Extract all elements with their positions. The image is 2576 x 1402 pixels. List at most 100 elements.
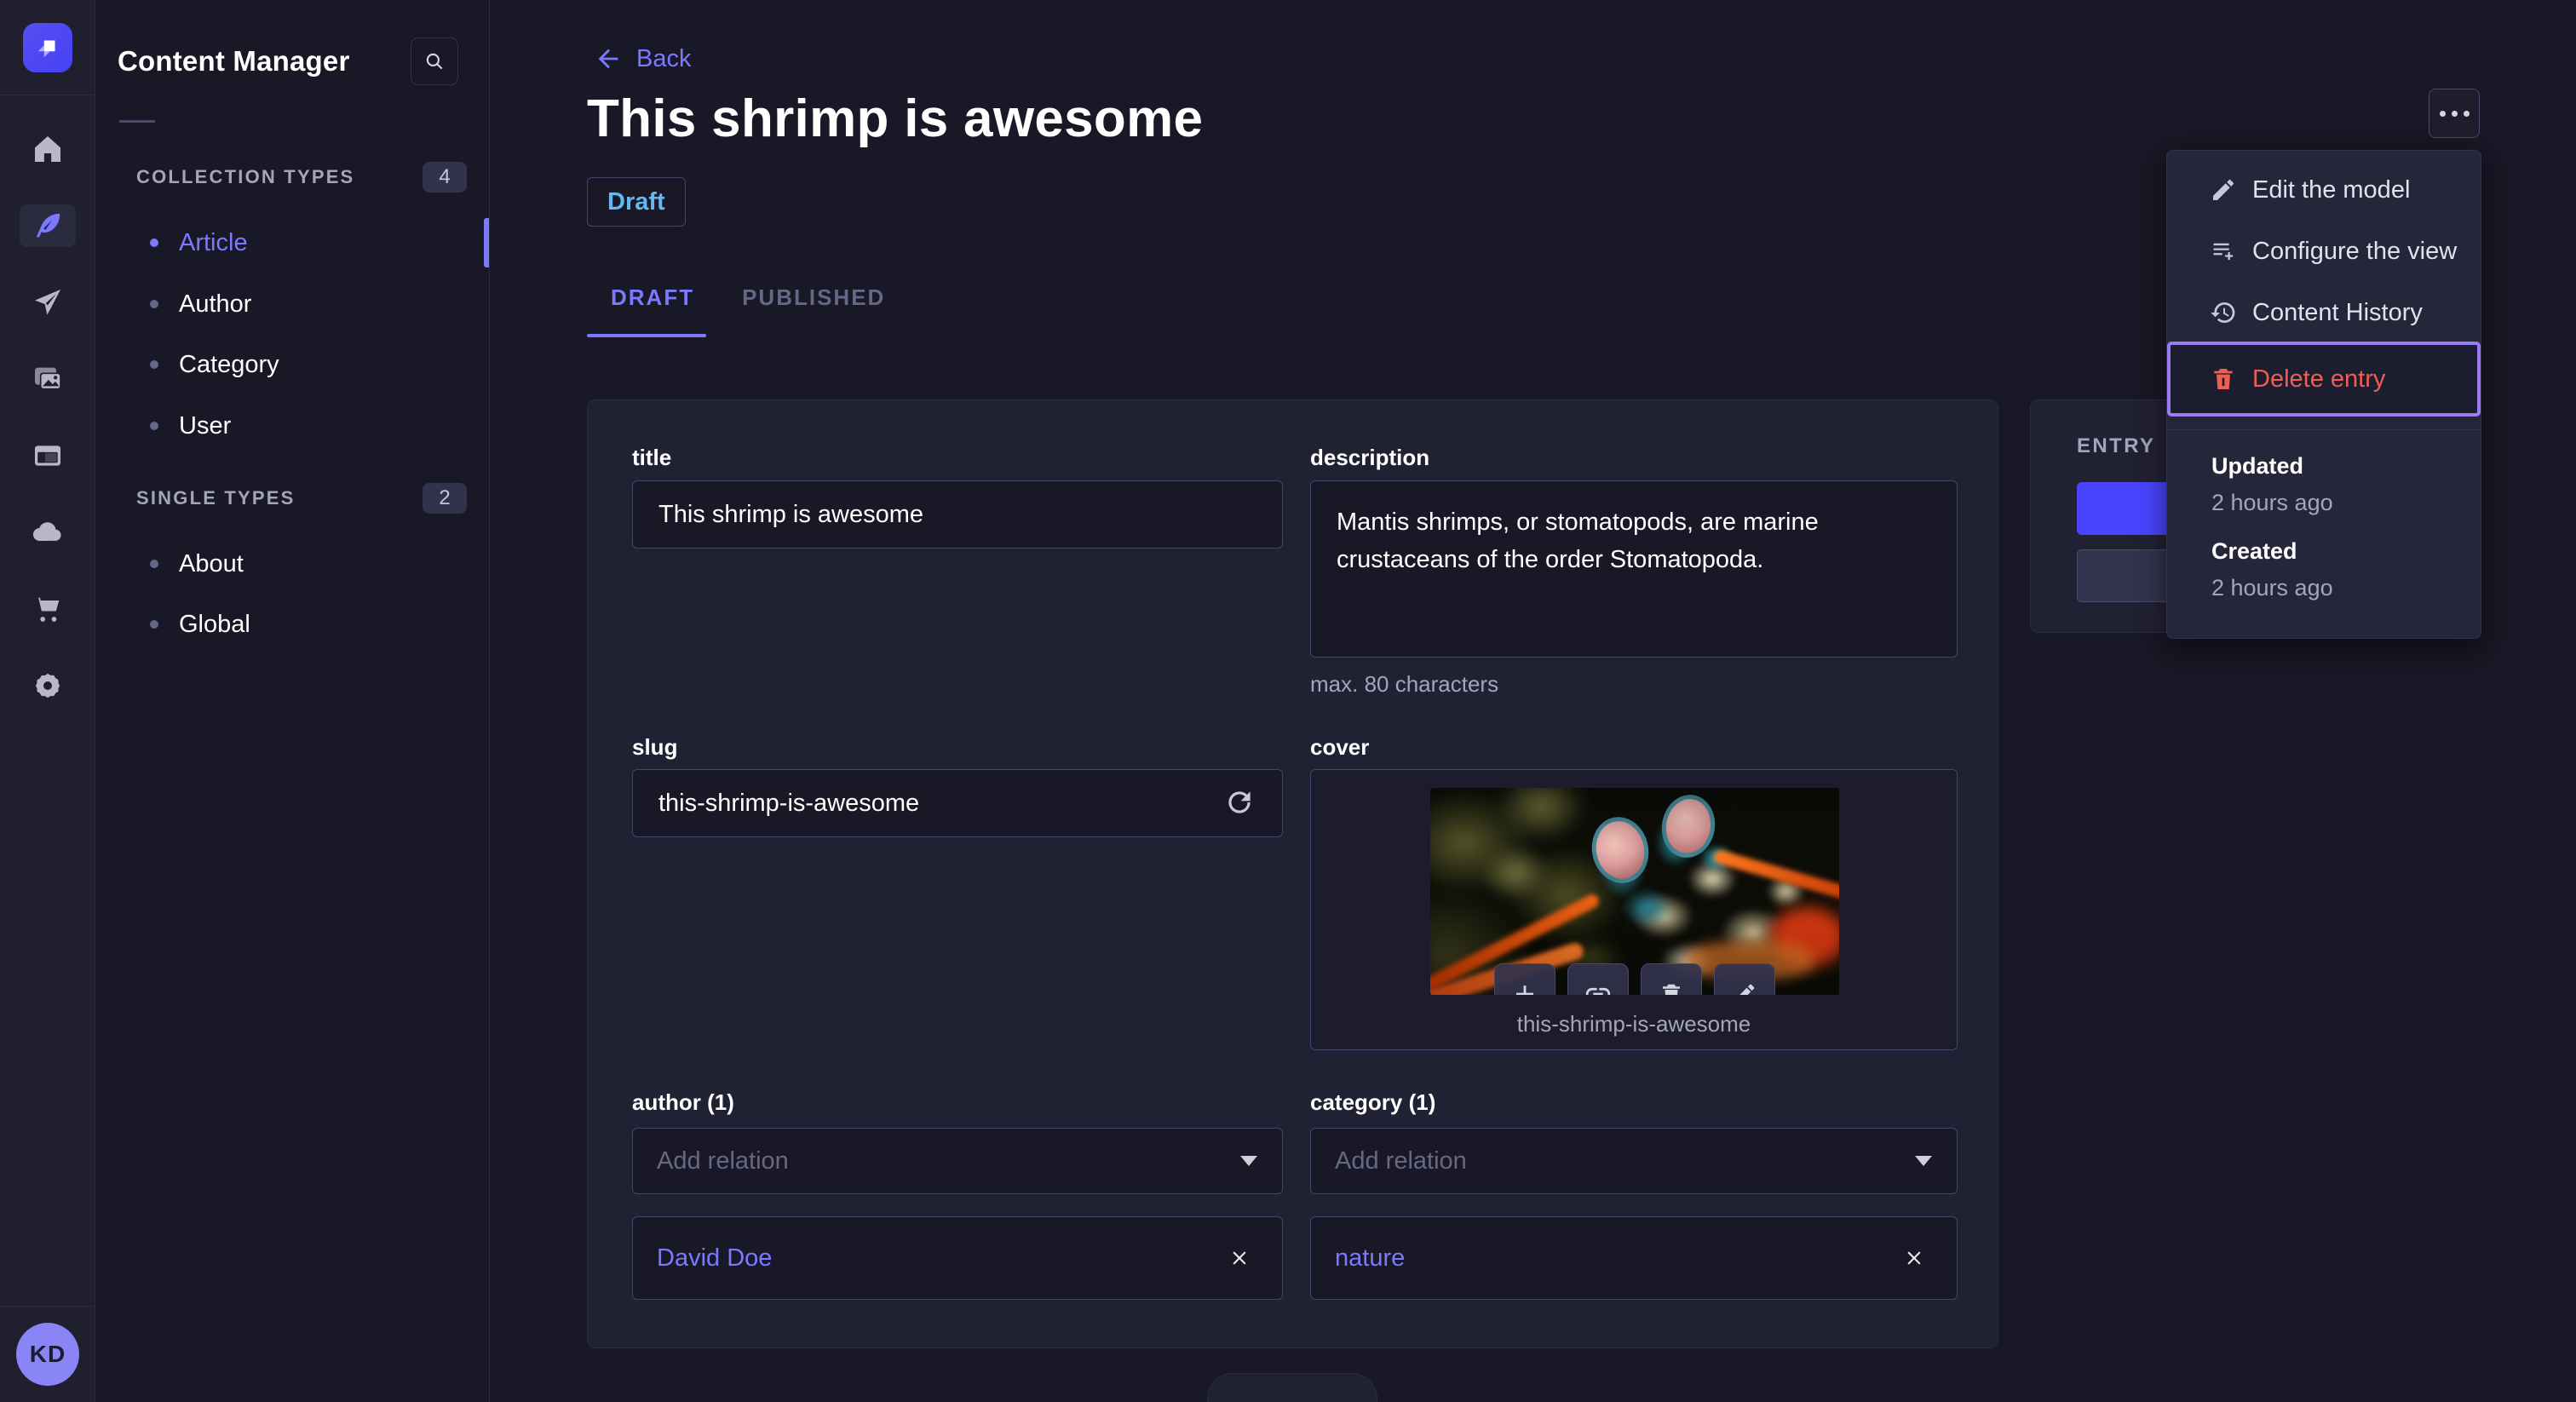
- nav-deploy[interactable]: [0, 494, 95, 571]
- edit-asset-button[interactable]: [1714, 963, 1775, 995]
- status-badge: Draft: [587, 177, 686, 227]
- bullet-icon: [150, 422, 158, 430]
- bullet-icon: [150, 620, 158, 629]
- author-add-relation-combobox[interactable]: Add relation: [632, 1128, 1283, 1194]
- section-count-badge: 4: [423, 162, 467, 192]
- section-collection-types: COLLECTION TYPES 4: [136, 162, 467, 192]
- cover-filename: this-shrimp-is-awesome: [1516, 1011, 1751, 1037]
- section-label: SINGLE TYPES: [136, 487, 296, 509]
- title-divider: [119, 120, 155, 123]
- menu-item-delete-entry[interactable]: Delete entry: [2167, 342, 2481, 417]
- menu-item-configure-view[interactable]: Configure the view: [2167, 221, 2481, 282]
- user-avatar[interactable]: KD: [16, 1323, 79, 1386]
- sidebar-item-label: Category: [179, 350, 279, 378]
- sidebar-item-user[interactable]: User: [150, 401, 231, 451]
- paper-plane-icon: [34, 290, 60, 315]
- list-settings-icon: [2213, 243, 2234, 261]
- menu-item-content-history[interactable]: Content History: [2167, 282, 2481, 343]
- category-add-relation-combobox[interactable]: Add relation: [1310, 1128, 1958, 1194]
- close-icon: [1907, 1251, 1921, 1265]
- nav-home[interactable]: [0, 111, 95, 187]
- tab-draft[interactable]: DRAFT: [587, 273, 718, 322]
- version-tabs: DRAFT PUBLISHED: [587, 273, 909, 322]
- title-field-label: title: [632, 445, 672, 470]
- title-input[interactable]: [632, 480, 1283, 549]
- cloud-icon: [32, 522, 61, 542]
- regenerate-slug-button[interactable]: [1223, 786, 1256, 823]
- nav-settings[interactable]: [0, 647, 95, 724]
- page-title: This shrimp is awesome: [587, 89, 1204, 148]
- section-single-types: SINGLE TYPES 2: [136, 483, 467, 514]
- description-textarea[interactable]: Mantis shrimps, or stomatopods, are mari…: [1310, 480, 1958, 658]
- dot: [2439, 110, 2446, 117]
- sidebar-item-label: Article: [179, 228, 248, 256]
- sidebar-item-label: About: [179, 549, 244, 577]
- combobox-placeholder: Add relation: [1335, 1146, 1467, 1175]
- main-nav-rail: KD: [0, 0, 95, 1402]
- plus-icon: [1516, 985, 1533, 995]
- more-actions-menu: Edit the model Configure the view Conten…: [2166, 150, 2481, 639]
- author-relation-row: David Doe: [632, 1216, 1283, 1300]
- home-icon: [34, 136, 60, 162]
- bullet-icon: [150, 300, 158, 308]
- dot: [2463, 110, 2470, 117]
- nav-content-type-builder[interactable]: [0, 417, 95, 494]
- layout-icon: [34, 445, 60, 466]
- arrow-left-icon: [598, 49, 618, 69]
- relation-link-category[interactable]: nature: [1335, 1244, 1405, 1273]
- content-manager-sidebar: Content Manager COLLECTION TYPES 4 Artic…: [95, 0, 490, 1402]
- sidebar-item-author[interactable]: Author: [150, 279, 251, 329]
- sidebar-item-about[interactable]: About: [150, 539, 244, 589]
- nav-content-manager[interactable]: [0, 187, 95, 264]
- feather-icon: [36, 213, 60, 238]
- menu-divider: [2167, 429, 2481, 430]
- rail-footer: KD: [0, 1306, 95, 1402]
- relation-link-author[interactable]: David Doe: [657, 1244, 772, 1273]
- section-label: COLLECTION TYPES: [136, 166, 355, 187]
- menu-item-edit-model[interactable]: Edit the model: [2167, 159, 2481, 221]
- strapi-logo-icon: [37, 40, 55, 57]
- add-asset-button[interactable]: [1494, 963, 1555, 995]
- category-field-label: category (1): [1310, 1089, 1436, 1115]
- cover-action-bar: [1494, 963, 1775, 995]
- more-actions-button[interactable]: [2429, 89, 2480, 138]
- active-nav-tile: [19, 204, 76, 247]
- author-field-label: author (1): [632, 1089, 734, 1115]
- trash-icon: [1663, 984, 1680, 995]
- bullet-icon: [150, 560, 158, 568]
- remove-category-relation-button[interactable]: [1895, 1239, 1933, 1277]
- menu-item-label: Content History: [2252, 298, 2423, 326]
- slug-input[interactable]: [632, 769, 1283, 837]
- cover-image[interactable]: [1430, 788, 1839, 995]
- sidebar-item-category[interactable]: Category: [150, 340, 279, 389]
- sidebar-item-label: Global: [179, 610, 250, 638]
- search-button[interactable]: [411, 37, 458, 85]
- history-clock-icon: [2211, 302, 2235, 323]
- sidebar-item-label: User: [179, 411, 232, 440]
- nav-media-library[interactable]: [0, 341, 95, 417]
- back-link[interactable]: Back: [594, 44, 691, 73]
- combobox-placeholder: Add relation: [657, 1146, 789, 1175]
- sidebar-item-article[interactable]: Article: [150, 218, 248, 267]
- menu-item-label: Delete entry: [2252, 365, 2386, 393]
- active-tab-underline: [587, 334, 706, 337]
- tab-published[interactable]: PUBLISHED: [718, 273, 909, 322]
- menu-item-label: Configure the view: [2252, 237, 2458, 265]
- strapi-logo[interactable]: [22, 22, 72, 72]
- entry-form-card: title description Mantis shrimps, or sto…: [587, 399, 1998, 1348]
- nav-releases[interactable]: [0, 264, 95, 341]
- remove-author-relation-button[interactable]: [1221, 1239, 1258, 1277]
- copy-link-button[interactable]: [1567, 963, 1629, 995]
- sidebar-item-global[interactable]: Global: [150, 600, 250, 649]
- logo-cell: [0, 0, 95, 95]
- back-label: Back: [636, 44, 692, 72]
- trash-icon: [2214, 369, 2233, 389]
- sidebar-title: Content Manager: [118, 45, 350, 77]
- slug-field-label: slug: [632, 734, 678, 760]
- nav-marketplace[interactable]: [0, 571, 95, 647]
- entry-panel-title: ENTRY: [2077, 434, 2156, 457]
- delete-asset-button[interactable]: [1641, 963, 1702, 995]
- chevron-down-icon: [1915, 1156, 1932, 1166]
- category-relation-row: nature: [1310, 1216, 1958, 1300]
- sidebar-item-label: Author: [179, 290, 252, 318]
